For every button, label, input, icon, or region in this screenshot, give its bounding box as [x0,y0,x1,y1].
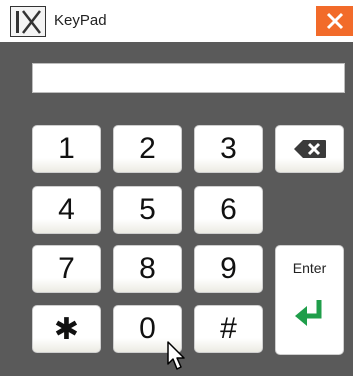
logo-icon [16,9,41,34]
key-5[interactable]: 5 [113,186,182,234]
key-9[interactable]: 9 [194,245,263,293]
key-2[interactable]: 2 [113,125,182,173]
key-0[interactable]: 0 [113,305,182,353]
backspace-button[interactable] [275,125,344,173]
key-7[interactable]: 7 [32,245,101,293]
key-hash[interactable]: # [194,305,263,353]
key-star[interactable]: ✱ [32,305,101,353]
title-bar: KeyPad [0,0,353,42]
key-1[interactable]: 1 [32,125,101,173]
window-title: KeyPad [54,12,107,29]
enter-arrow-icon [294,300,321,326]
enter-button[interactable]: Enter [275,245,344,355]
backspace-icon [293,140,326,158]
enter-label: Enter [292,260,327,276]
keypad-window: KeyPad 1 2 3 4 5 6 7 8 9 Enter ✱ 0 # [0,0,353,376]
app-logo [10,6,46,37]
close-icon [326,12,343,30]
key-8[interactable]: 8 [113,245,182,293]
key-6[interactable]: 6 [194,186,263,234]
key-4[interactable]: 4 [32,186,101,234]
keypad-display[interactable] [32,63,345,93]
key-3[interactable]: 3 [194,125,263,173]
close-button[interactable] [316,6,353,36]
